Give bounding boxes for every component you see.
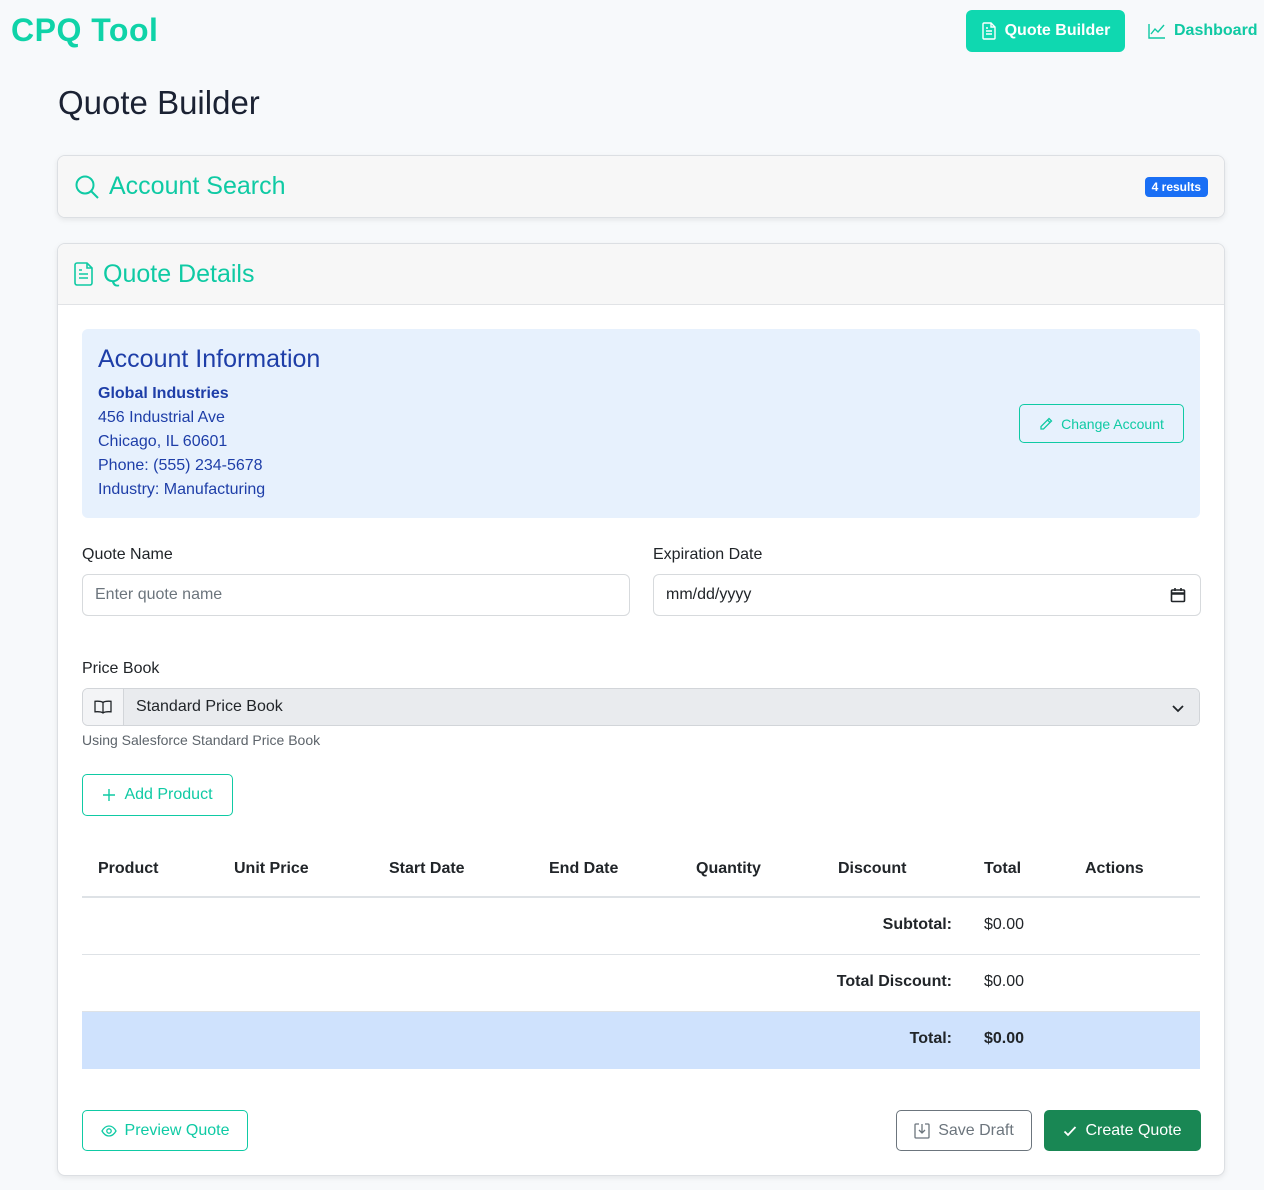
account-city: Chicago, IL 60601 [98, 433, 228, 450]
column-header-discount: Discount [838, 860, 907, 877]
price-book-selected: Standard Price Book [136, 698, 283, 715]
grand-total-row: Total: $0.00 [82, 1012, 1200, 1069]
quote-name-input[interactable] [82, 574, 630, 616]
price-book-select[interactable]: Standard Price Book [82, 688, 1200, 726]
chevron-down-icon [1172, 705, 1184, 713]
total-discount-row: Total Discount: $0.00 [82, 955, 1200, 1012]
create-quote-button[interactable]: Create Quote [1044, 1110, 1201, 1151]
add-product-label: Add Product [124, 786, 213, 803]
nav-dashboard-link[interactable]: Dashboard [1148, 19, 1258, 43]
account-search-header[interactable]: Account Search [58, 156, 1224, 217]
column-header-quantity: Quantity [696, 860, 761, 877]
preview-quote-label: Preview Quote [124, 1121, 230, 1139]
nav-quote-builder-label: Quote Builder [1004, 22, 1111, 39]
nav-dashboard-label: Dashboard [1174, 22, 1258, 39]
brand-logo[interactable]: CPQ Tool [11, 12, 158, 49]
nav-quote-builder-button[interactable]: Quote Builder [966, 10, 1125, 52]
column-header-product: Product [98, 860, 159, 877]
column-header-total: Total [984, 860, 1022, 877]
account-address: 456 Industrial Ave [98, 409, 225, 426]
results-badge: 4 results [1144, 177, 1208, 197]
pencil-icon [1040, 417, 1053, 430]
check-icon [1064, 1125, 1077, 1136]
price-book-dropdown[interactable]: Standard Price Book [124, 689, 1199, 725]
page-title: Quote Builder [58, 84, 260, 121]
column-header-end-date: End Date [549, 860, 619, 877]
preview-quote-button[interactable]: Preview Quote [82, 1110, 248, 1151]
account-name: Global Industries [98, 385, 229, 402]
total-discount-value: $0.00 [984, 973, 1025, 990]
account-info-heading: Account Information [98, 345, 321, 373]
save-download-icon [914, 1122, 930, 1139]
account-phone: Phone: (555) 234-5678 [98, 457, 263, 474]
account-information-panel: Account Information Global Industries 45… [82, 329, 1200, 518]
quote-details-title: Quote Details [103, 259, 255, 288]
quote-details-header: Quote Details [58, 244, 1224, 305]
line-chart-icon [1148, 24, 1165, 39]
add-product-button[interactable]: Add Product [82, 774, 233, 816]
price-book-label: Price Book [82, 660, 160, 677]
account-search-title: Account Search [109, 172, 286, 200]
account-search-card[interactable]: Account Search 4 results [57, 155, 1225, 218]
column-header-unit-price: Unit Price [234, 860, 309, 877]
book-icon [94, 700, 112, 714]
calendar-icon[interactable] [1170, 587, 1186, 603]
save-draft-label: Save Draft [938, 1121, 1014, 1139]
change-account-label: Change Account [1061, 415, 1164, 432]
search-icon [75, 175, 99, 199]
total-discount-label: Total Discount: [836, 973, 952, 990]
create-quote-label: Create Quote [1085, 1121, 1182, 1139]
price-book-addon [83, 689, 124, 725]
grand-total-value: $0.00 [984, 1030, 1025, 1047]
subtotal-value: $0.00 [984, 916, 1025, 933]
top-navbar: CPQ Tool Quote Builder Dashboard [0, 0, 1264, 62]
expiration-date-value: mm/dd/yyyy [666, 586, 752, 603]
subtotal-label: Subtotal: [882, 916, 952, 933]
column-header-actions: Actions [1085, 860, 1144, 877]
subtotal-row: Subtotal: $0.00 [82, 898, 1200, 955]
line-items-table-header: Product Unit Price Start Date End Date Q… [82, 844, 1200, 898]
price-book-help-text: Using Salesforce Standard Price Book [82, 732, 321, 748]
document-icon [981, 22, 996, 40]
change-account-button[interactable]: Change Account [1019, 404, 1184, 443]
plus-icon [103, 789, 116, 801]
grand-total-label: Total: [909, 1030, 952, 1047]
column-header-start-date: Start Date [389, 860, 465, 877]
expiration-date-input[interactable]: mm/dd/yyyy [653, 574, 1201, 616]
save-draft-button[interactable]: Save Draft [896, 1110, 1032, 1151]
document-icon [74, 262, 93, 286]
quote-name-label: Quote Name [82, 546, 173, 563]
eye-icon [100, 1124, 117, 1137]
account-industry: Industry: Manufacturing [98, 481, 266, 498]
expiration-date-label: Expiration Date [653, 546, 763, 563]
quote-details-card: Quote Details Account Information Global… [57, 243, 1225, 1176]
